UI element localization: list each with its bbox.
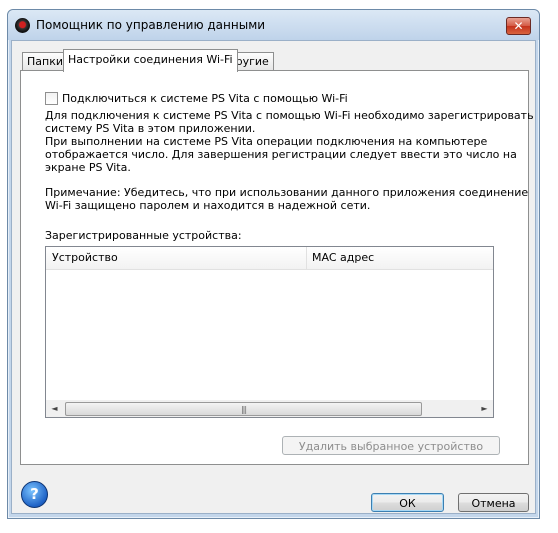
scrollbar-thumb[interactable]: |||	[65, 402, 422, 416]
ok-button[interactable]: ОК	[371, 493, 444, 512]
description-line-2: систему PS Vita в этом приложении.	[45, 122, 256, 135]
dialog-window: Помощник по управлению данными ✕ Папки Н…	[7, 9, 540, 519]
help-icon[interactable]: ?	[21, 481, 48, 508]
description-line-1: Для подключения к системе PS Vita с помо…	[45, 109, 534, 122]
remove-device-button[interactable]: Удалить выбранное устройство	[282, 436, 500, 455]
close-button[interactable]: ✕	[506, 17, 531, 35]
registered-devices-list[interactable]: Устройство MAC адрес ◄ ||| ►	[45, 246, 494, 418]
scroll-left-icon[interactable]: ◄	[46, 400, 63, 417]
tab-folders[interactable]: Папки	[22, 52, 68, 71]
horizontal-scrollbar[interactable]: ◄ ||| ►	[46, 400, 493, 417]
app-icon	[15, 18, 30, 33]
scrollbar-grip: |||	[240, 405, 247, 414]
cancel-button[interactable]: Отмена	[458, 493, 529, 512]
close-icon: ✕	[513, 19, 524, 33]
description-line-5: экране PS Vita.	[45, 161, 131, 174]
wifi-connect-checkbox[interactable]	[45, 92, 58, 105]
wifi-connect-label: Подключиться к системе PS Vita с помощью…	[62, 92, 348, 105]
registered-devices-label: Зарегистрированные устройства:	[45, 229, 242, 242]
scroll-right-icon[interactable]: ►	[476, 400, 493, 417]
note-line-2: Wi-Fi защищено паролем и находится в над…	[45, 199, 371, 212]
note-line-1: Примечание: Убедитесь, что при использов…	[45, 186, 529, 199]
wifi-connect-checkbox-row[interactable]: Подключиться к системе PS Vita с помощью…	[45, 92, 348, 105]
dialog-client: Папки Настройки соединения Wi-Fi Другие …	[11, 40, 536, 514]
list-header: Устройство MAC адрес	[46, 247, 493, 270]
column-mac-address[interactable]: MAC адрес	[306, 247, 374, 269]
tab-wifi-settings[interactable]: Настройки соединения Wi-Fi	[63, 49, 238, 72]
column-device[interactable]: Устройство	[46, 247, 118, 269]
title-bar[interactable]: Помощник по управлению данными ✕	[8, 10, 539, 40]
description-line-4: отображается число. Для завершения регис…	[45, 148, 517, 161]
window-title: Помощник по управлению данными	[36, 18, 266, 32]
description-line-3: При выполнении на системе PS Vita операц…	[45, 135, 488, 148]
